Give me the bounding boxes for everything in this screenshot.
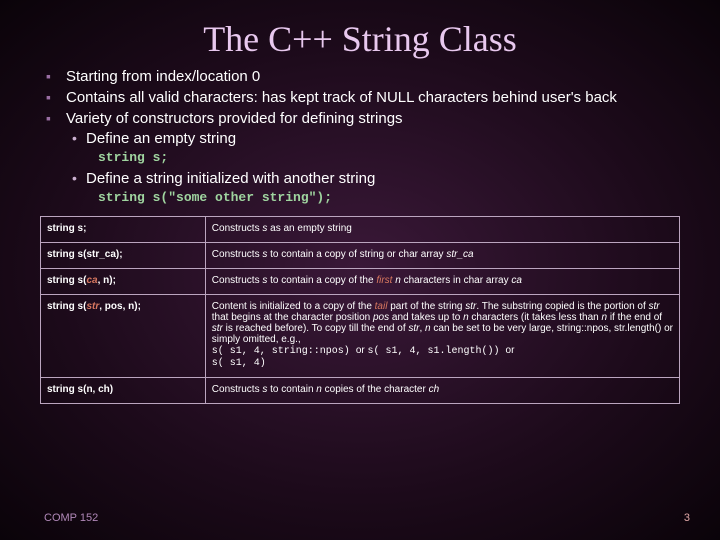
ctor-desc: Constructs s to contain n copies of the … — [205, 378, 679, 404]
ctor-desc: Content is initialized to a copy of the … — [205, 295, 679, 378]
constructor-table: string s; Constructs s as an empty strin… — [40, 216, 680, 404]
code-line: string s; — [52, 150, 684, 166]
slide-number: 3 — [684, 512, 690, 524]
ctor-syntax: string s(ca, n); — [41, 269, 206, 295]
bullet-item: Contains all valid characters: has kept … — [52, 89, 684, 108]
table-row: string s(str, pos, n); Content is initia… — [41, 295, 680, 378]
sub-bullet-item: Define a string initialized with another… — [52, 170, 684, 189]
table-row: string s; Constructs s as an empty strin… — [41, 217, 680, 243]
table-row: string s(ca, n); Constructs s to contain… — [41, 269, 680, 295]
ctor-syntax: string s(str_ca); — [41, 243, 206, 269]
slide-title: The C++ String Class — [0, 0, 720, 68]
sub-bullet-item: Define an empty string — [52, 130, 684, 149]
bullet-item: Starting from index/location 0 — [52, 68, 684, 87]
ctor-syntax: string s(n, ch) — [41, 378, 206, 404]
ctor-syntax: string s(str, pos, n); — [41, 295, 206, 378]
ctor-desc: Constructs s to contain a copy of the fi… — [205, 269, 679, 295]
ctor-desc: Constructs s to contain a copy of string… — [205, 243, 679, 269]
bullet-list: Starting from index/location 0 Contains … — [0, 68, 720, 206]
table-row: string s(n, ch) Constructs s to contain … — [41, 378, 680, 404]
footer-course: COMP 152 — [44, 512, 98, 524]
ctor-desc: Constructs s as an empty string — [205, 217, 679, 243]
code-line: string s("some other string"); — [52, 190, 684, 206]
ctor-syntax: string s; — [41, 217, 206, 243]
table-row: string s(str_ca); Constructs s to contai… — [41, 243, 680, 269]
bullet-item: Variety of constructors provided for def… — [52, 110, 684, 129]
